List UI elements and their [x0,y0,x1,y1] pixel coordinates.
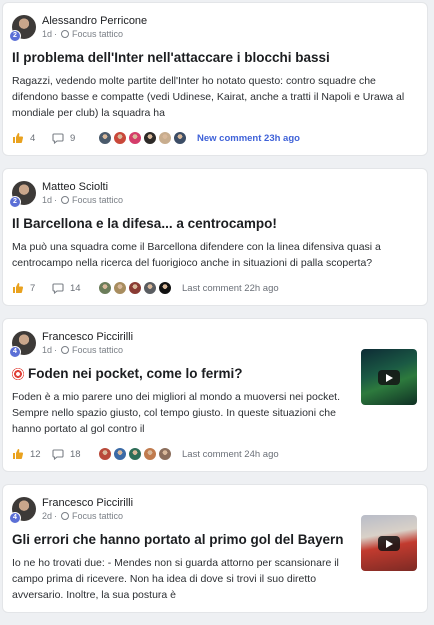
post-header: 2 Alessandro Perricone 1d · Focus tattic… [9,13,417,42]
last-activity[interactable]: Last comment 24h ago [182,449,279,460]
commenter-avatar[interactable] [113,281,127,295]
level-badge: 4 [9,512,21,524]
commenter-avatar[interactable] [128,131,142,145]
post-header: 2 Matteo Sciolti 1d · Focus tattico [9,179,417,208]
commenter-avatars [98,281,172,295]
level-badge: 4 [9,346,21,358]
commenter-avatars [98,131,187,145]
post-meta: 1d · Focus tattico [42,28,124,40]
post-meta: 2d · Focus tattico [42,510,124,522]
play-icon[interactable] [378,536,400,551]
commenter-avatar[interactable] [158,281,172,295]
post-title[interactable]: Il problema dell'Inter nell'attaccare i … [12,49,417,66]
category-label[interactable]: Focus tattico [72,194,123,206]
comment-count: 18 [70,448,81,460]
post-card[interactable]: 2 Matteo Sciolti 1d · Focus tattico Il B… [2,168,428,306]
commenter-avatar[interactable] [158,447,172,461]
commenter-avatar[interactable] [113,447,127,461]
post-card[interactable]: 4 Francesco Piccirilli 1d · Focus tattic… [2,318,428,472]
avatar[interactable]: 2 [9,15,36,42]
post-card[interactable]: 2 Alessandro Perricone 1d · Focus tattic… [2,2,428,156]
last-activity[interactable]: New comment 23h ago [197,133,300,144]
post-card[interactable]: 4 Francesco Piccirilli 2d · Focus tattic… [2,484,428,613]
commenter-avatar[interactable] [143,131,157,145]
post-excerpt[interactable]: Ragazzi, vedendo molte partite dell'Inte… [12,73,417,121]
post-meta: 1d · Focus tattico [42,194,124,206]
post-age: 1d [42,28,53,39]
post-title[interactable]: Gli errori che hanno portato al primo go… [12,531,417,548]
search-icon [61,195,70,204]
commenter-avatar[interactable] [143,447,157,461]
post-footer: 12 18 Last comment 24h ago [12,446,417,462]
video-thumbnail[interactable] [361,515,417,571]
target-icon [12,367,24,380]
post-meta: 1d · Focus tattico [42,344,124,356]
post-excerpt[interactable]: Ma può una squadra come il Barcellona di… [12,239,417,271]
search-icon [61,29,70,38]
commenter-avatar[interactable] [128,281,142,295]
like-count: 4 [30,132,36,144]
commenter-avatar[interactable] [158,131,172,145]
comment-count: 9 [70,132,76,144]
post-header: 4 Francesco Piccirilli 2d · Focus tattic… [9,495,417,524]
author-name[interactable]: Matteo Sciolti [42,181,123,194]
avatar[interactable]: 2 [9,181,36,208]
search-icon [61,511,70,520]
post-title[interactable]: Foden nei pocket, come lo fermi? [12,365,417,382]
search-icon [61,345,70,354]
avatar[interactable]: 4 [9,497,36,524]
play-icon[interactable] [378,370,400,385]
comment-bubble-icon[interactable] [52,282,64,294]
thumbs-up-icon[interactable] [12,448,24,460]
commenter-avatar[interactable] [113,131,127,145]
category-label[interactable]: Focus tattico [72,510,123,522]
avatar[interactable]: 4 [9,331,36,358]
post-age: 2d [42,510,53,521]
commenter-avatar[interactable] [98,447,112,461]
commenter-avatar[interactable] [98,131,112,145]
author-name[interactable]: Francesco Piccirilli [42,331,133,344]
post-footer: 4 9 New comment 23h ago [12,130,417,146]
post-age: 1d [42,194,53,205]
comment-bubble-icon[interactable] [52,448,64,460]
category-label[interactable]: Focus tattico [72,28,123,40]
comment-bubble-icon[interactable] [52,132,64,144]
post-excerpt[interactable]: Foden è a mio parere uno dei migliori al… [12,389,342,437]
video-thumbnail[interactable] [361,349,417,405]
level-badge: 2 [9,196,21,208]
last-activity[interactable]: Last comment 22h ago [182,283,279,294]
post-excerpt[interactable]: Io ne ho trovati due: - Mendes non si gu… [12,555,342,603]
commenter-avatar[interactable] [143,281,157,295]
post-header: 4 Francesco Piccirilli 1d · Focus tattic… [9,329,417,358]
post-feed: 2 Alessandro Perricone 1d · Focus tattic… [2,2,428,625]
comment-count: 14 [70,282,81,294]
post-footer: 7 14 Last comment 22h ago [12,280,417,296]
commenter-avatars [98,447,172,461]
thumbs-up-icon[interactable] [12,282,24,294]
author-name[interactable]: Alessandro Perricone [42,15,147,28]
thumbs-up-icon[interactable] [12,132,24,144]
author-name[interactable]: Francesco Piccirilli [42,497,133,510]
commenter-avatar[interactable] [173,131,187,145]
like-count: 12 [30,448,41,460]
post-age: 1d [42,344,53,355]
post-title[interactable]: Il Barcellona e la difesa... a centrocam… [12,215,417,232]
level-badge: 2 [9,30,21,42]
category-label[interactable]: Focus tattico [72,344,123,356]
commenter-avatar[interactable] [128,447,142,461]
like-count: 7 [30,282,36,294]
commenter-avatar[interactable] [98,281,112,295]
